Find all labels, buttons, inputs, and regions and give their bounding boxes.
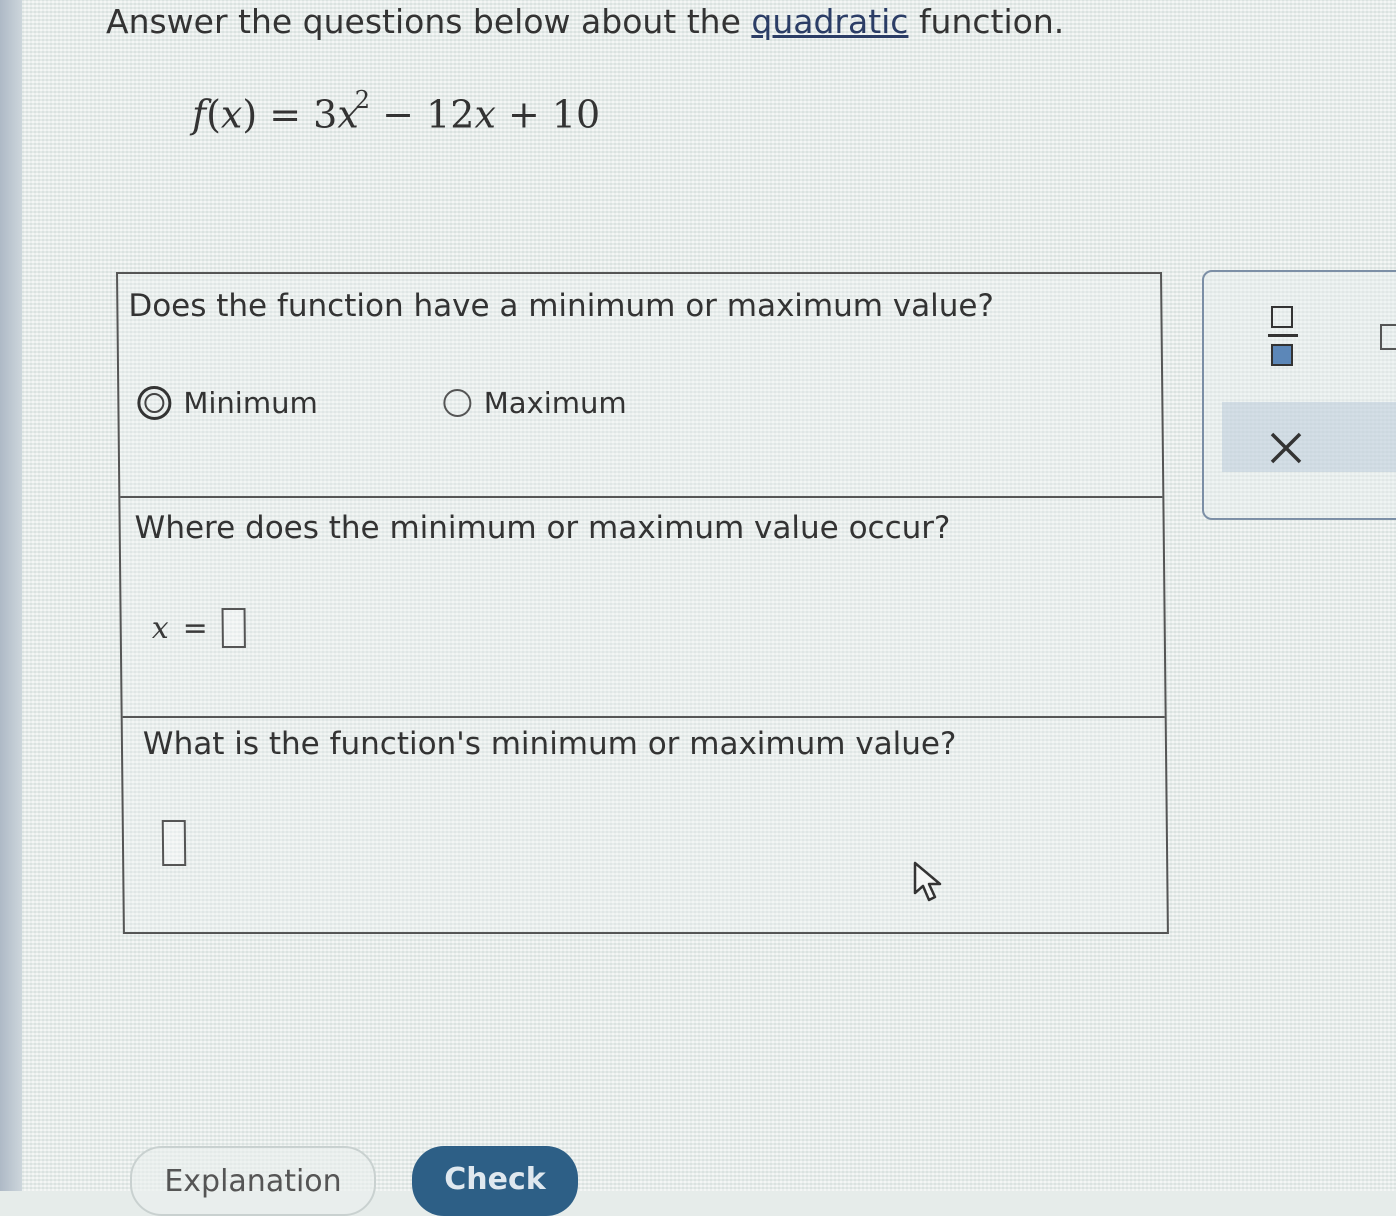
formula-variable: x	[220, 92, 243, 137]
formula-linear-coef: − 12	[370, 92, 475, 137]
x-answer-input[interactable]	[221, 608, 247, 648]
minimum-option[interactable]: Minimum	[137, 386, 318, 420]
question-value-prompt: What is the function's minimum or maximu…	[142, 726, 957, 762]
formula-x-linear: x	[474, 92, 496, 137]
instructions-text-start: Answer the questions below about the	[106, 2, 752, 41]
fraction-icon[interactable]	[1268, 306, 1298, 370]
formula-constant: + 10	[495, 92, 601, 137]
explanation-button[interactable]: Explanation	[130, 1146, 376, 1216]
formula-close-paren: )	[242, 92, 258, 137]
window-edge	[0, 0, 22, 1191]
partial-bracket-icon[interactable]	[1380, 324, 1396, 350]
equals-sign: =	[182, 610, 208, 646]
question-value-section: What is the function's minimum or maximu…	[123, 716, 1167, 930]
formula-exponent: 2	[354, 86, 371, 114]
maximum-option[interactable]: Maximum	[443, 386, 627, 420]
min-max-radio-group: Minimum Maximum	[137, 386, 627, 420]
question-card: Does the function have a minimum or maxi…	[116, 272, 1169, 934]
question-location-prompt: Where does the minimum or maximum value …	[134, 510, 951, 546]
maximum-label: Maximum	[483, 386, 627, 420]
question-min-max-section: Does the function have a minimum or maxi…	[118, 274, 1163, 498]
quadratic-link[interactable]: quadratic	[751, 2, 908, 41]
maximum-radio[interactable]	[443, 389, 472, 417]
instructions-text-end: function.	[908, 2, 1065, 41]
question-location-section: Where does the minimum or maximum value …	[120, 496, 1165, 718]
minimum-label: Minimum	[183, 386, 318, 420]
value-answer-input[interactable]	[161, 820, 187, 866]
x-variable-label: x	[151, 610, 169, 646]
formula-open-paren: (	[206, 92, 221, 137]
formula-function-name: f	[192, 92, 207, 137]
x-equals-row: x =	[151, 608, 247, 648]
formula-equals: = 3	[257, 92, 338, 137]
function-formula: f(x) = 3x2 − 12x + 10	[192, 86, 601, 137]
close-icon[interactable]	[1268, 430, 1304, 466]
question-min-max-prompt: Does the function have a minimum or maxi…	[128, 288, 995, 324]
page-instructions: Answer the questions below about the qua…	[106, 2, 1064, 41]
toolbar-highlight-band	[1222, 402, 1396, 472]
check-button[interactable]: Check	[412, 1146, 578, 1216]
math-toolbar	[1202, 270, 1396, 520]
minimum-radio[interactable]	[137, 386, 172, 420]
mouse-pointer-icon	[913, 861, 942, 902]
